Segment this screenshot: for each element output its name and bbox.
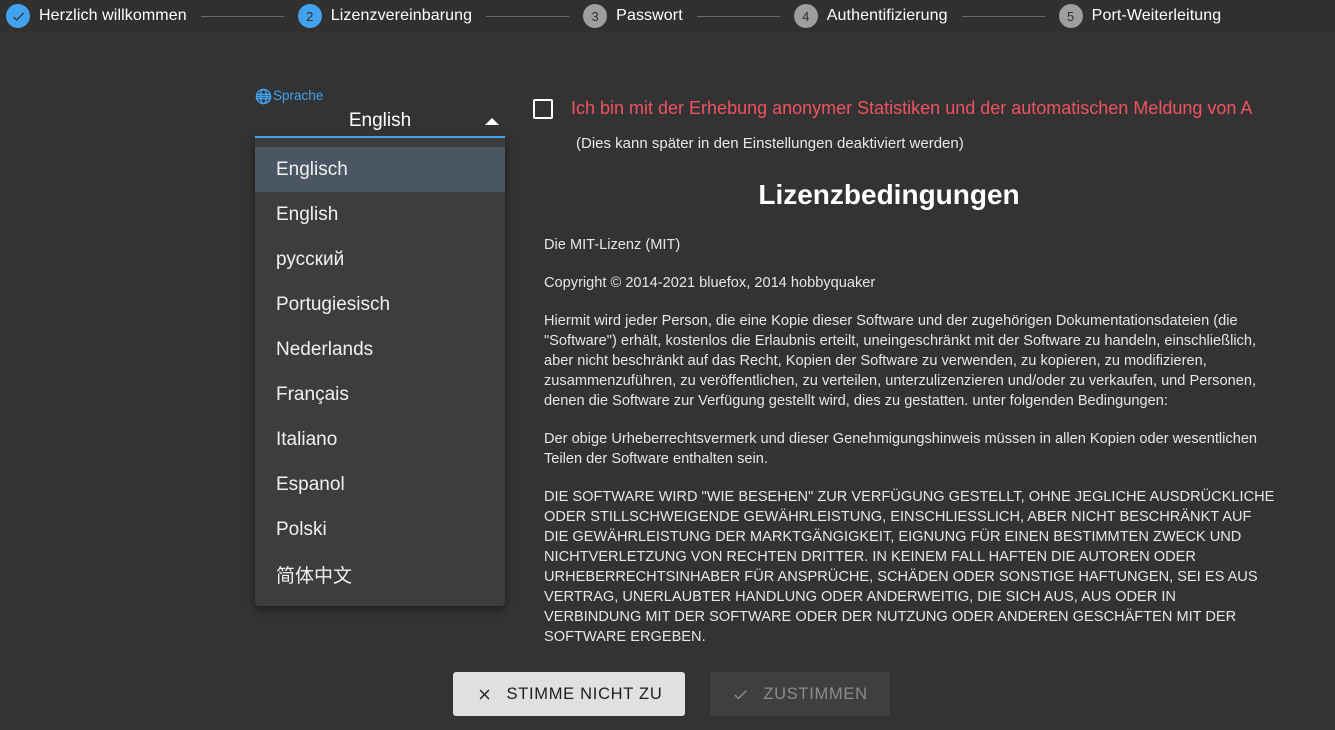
step-circle-4: 4 bbox=[793, 4, 818, 28]
language-option-polski[interactable]: Polski bbox=[255, 507, 505, 552]
statistics-consent-row: Ich bin mit der Erhebung anonymer Statis… bbox=[533, 94, 1335, 122]
language-selector: Sprache English Englisch English русский… bbox=[255, 87, 505, 606]
stepper-step-3[interactable]: 3 Passwort bbox=[583, 4, 683, 28]
stepper-step-5[interactable]: 5 Port-Weiterleitung bbox=[1058, 4, 1222, 28]
step-label-5: Port-Weiterleitung bbox=[1091, 7, 1222, 24]
accept-button-label: ZUSTIMMEN bbox=[763, 684, 868, 703]
step-label-4: Authentifizierung bbox=[826, 7, 948, 24]
stepper-step-2[interactable]: 2 Lizenzvereinbarung bbox=[297, 4, 473, 28]
language-option-english[interactable]: English bbox=[255, 192, 505, 237]
step-circle-3: 3 bbox=[583, 4, 608, 28]
language-option-espanol[interactable]: Espanol bbox=[255, 462, 505, 507]
step-label-1: Herzlich willkommen bbox=[39, 7, 187, 24]
language-option-italiano[interactable]: Italiano bbox=[255, 417, 505, 462]
step-circle-1 bbox=[6, 4, 30, 28]
language-option-francais[interactable]: Français bbox=[255, 372, 505, 417]
step-connector-1 bbox=[200, 15, 284, 17]
check-icon bbox=[12, 12, 24, 21]
language-option-nederlands[interactable]: Nederlands bbox=[255, 327, 505, 372]
step-label-3: Passwort bbox=[616, 7, 683, 24]
language-option-englisch[interactable]: Englisch bbox=[255, 147, 505, 192]
step-circle-5: 5 bbox=[1058, 4, 1083, 28]
language-selected-value: English bbox=[348, 109, 412, 131]
close-icon bbox=[479, 689, 489, 699]
statistics-consent-checkbox[interactable] bbox=[533, 99, 553, 119]
stepper-step-1[interactable]: Herzlich willkommen bbox=[6, 4, 187, 28]
license-paragraph: Copyright © 2014-2021 bluefox, 2014 hobb… bbox=[544, 275, 876, 291]
step-circle-2: 2 bbox=[297, 4, 322, 28]
license-paragraph: Hiermit wird jeder Person, die eine Kopi… bbox=[544, 313, 1257, 409]
license-paragraph: Der obige Urheberrechtsvermerk und diese… bbox=[544, 431, 1258, 467]
statistics-consent-hint: (Dies kann später in den Einstellungen d… bbox=[576, 135, 964, 152]
progress-stepper: Herzlich willkommen 2 Lizenzvereinbarung… bbox=[0, 0, 1335, 32]
license-paragraph: DIE SOFTWARE WIRD "WIE BESEHEN" ZUR VERF… bbox=[544, 489, 1275, 645]
action-bar: STIMME NICHT ZU ZUSTIMMEN bbox=[0, 672, 1335, 716]
language-option-chinese[interactable]: 简体中文 bbox=[255, 552, 505, 597]
license-text: Die MIT-Lizenz (MIT) Copyright © 2014-20… bbox=[544, 235, 1275, 647]
decline-button[interactable]: STIMME NICHT ZU bbox=[453, 672, 685, 716]
step-connector-3 bbox=[696, 15, 780, 17]
language-caption: Sprache bbox=[273, 88, 324, 103]
chevron-up-icon bbox=[485, 118, 499, 125]
language-option-russian[interactable]: русский bbox=[255, 237, 505, 282]
step-connector-2 bbox=[486, 15, 570, 17]
license-paragraph: Die MIT-Lizenz (MIT) bbox=[544, 237, 681, 253]
language-select-trigger[interactable]: English bbox=[255, 105, 505, 138]
language-options-list[interactable]: Englisch English русский Portugiesisch N… bbox=[255, 138, 505, 606]
decline-button-label: STIMME NICHT ZU bbox=[506, 684, 663, 703]
wizard-content: Sprache English Englisch English русский… bbox=[0, 32, 1335, 730]
accept-button[interactable]: ZUSTIMMEN bbox=[710, 672, 890, 716]
language-option-portugiesisch[interactable]: Portugiesisch bbox=[255, 282, 505, 327]
step-label-2: Lizenzvereinbarung bbox=[330, 7, 473, 24]
statistics-consent-label: Ich bin mit der Erhebung anonymer Statis… bbox=[571, 98, 1253, 118]
language-caption-row: Sprache bbox=[255, 87, 505, 105]
globe-icon bbox=[255, 88, 272, 105]
step-connector-4 bbox=[961, 15, 1045, 17]
license-title: Lizenzbedingungen bbox=[758, 179, 1020, 210]
check-icon bbox=[734, 689, 748, 699]
stepper-step-4[interactable]: 4 Authentifizierung bbox=[793, 4, 948, 28]
license-panel: Ich bin mit der Erhebung anonymer Statis… bbox=[533, 94, 1335, 647]
